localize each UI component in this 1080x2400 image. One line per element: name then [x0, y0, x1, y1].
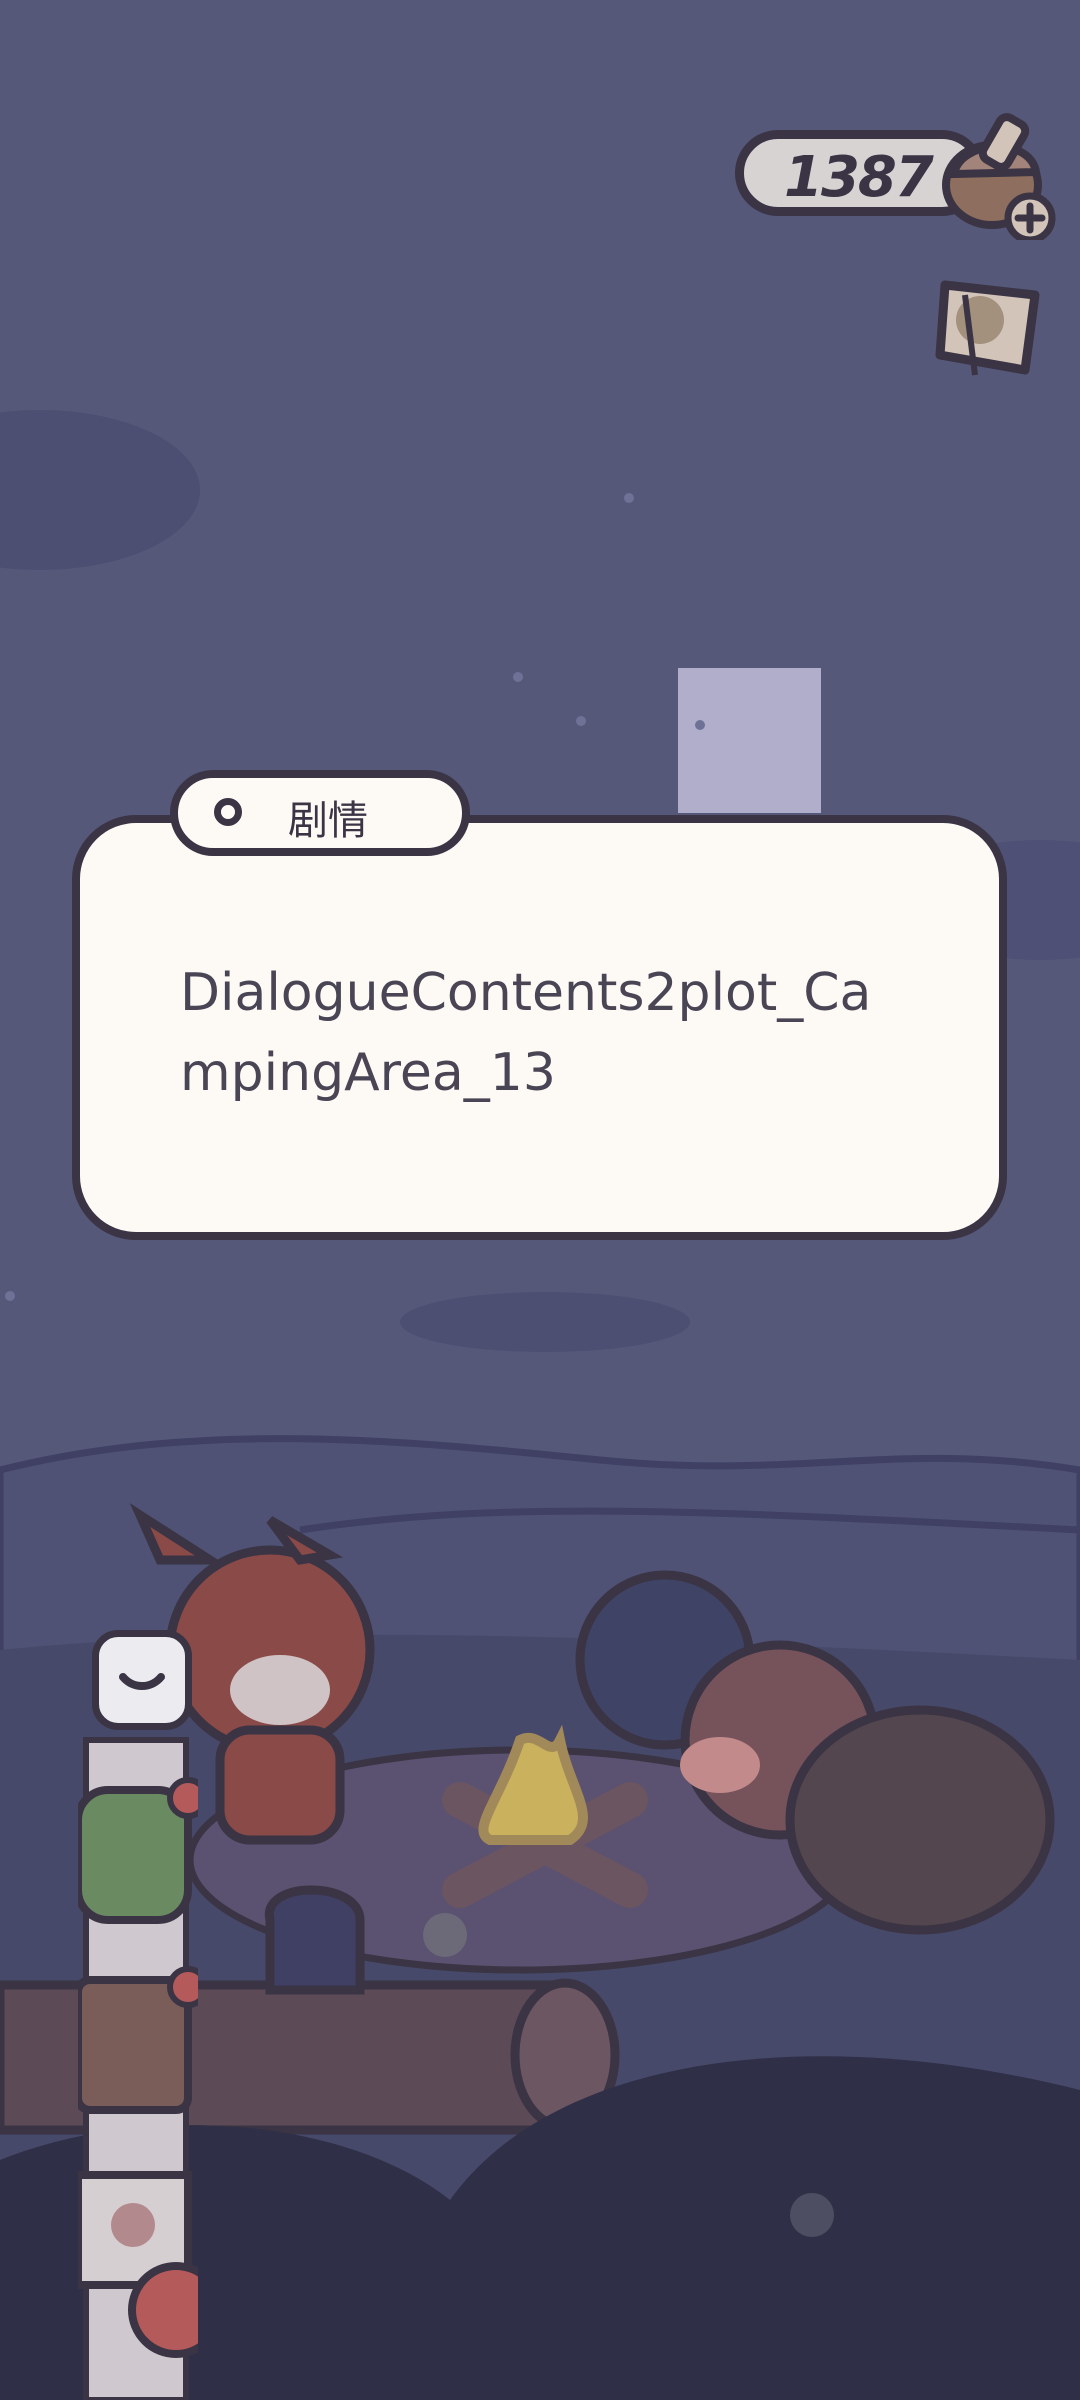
chevron-down-icon: [119, 1673, 165, 1690]
ticket-icon[interactable]: [925, 265, 1055, 385]
acorn-icon[interactable]: [940, 110, 1060, 240]
dialogue-box[interactable]: DialogueContents2plot_CampingArea_13: [72, 815, 1007, 1240]
backpack-icon[interactable]: [78, 1777, 198, 1924]
dialogue-tab-label: 剧情: [288, 798, 368, 844]
dialogue-text: DialogueContents2plot_CampingArea_13: [180, 963, 872, 1103]
apple-icon[interactable]: [128, 2262, 198, 2358]
inventory-column: [78, 1737, 198, 2400]
dialogue-tab: 剧情: [170, 770, 470, 856]
notebook-icon[interactable]: [78, 1966, 198, 2114]
currency-count: 1387: [784, 145, 934, 210]
tab-dot-icon: [214, 798, 242, 826]
plus-icon[interactable]: [1004, 192, 1056, 240]
game-screen: 1387 剧情 DialogueContents2plot_CampingAre…: [0, 0, 1080, 2400]
inventory-toggle-button[interactable]: [92, 1630, 192, 1730]
